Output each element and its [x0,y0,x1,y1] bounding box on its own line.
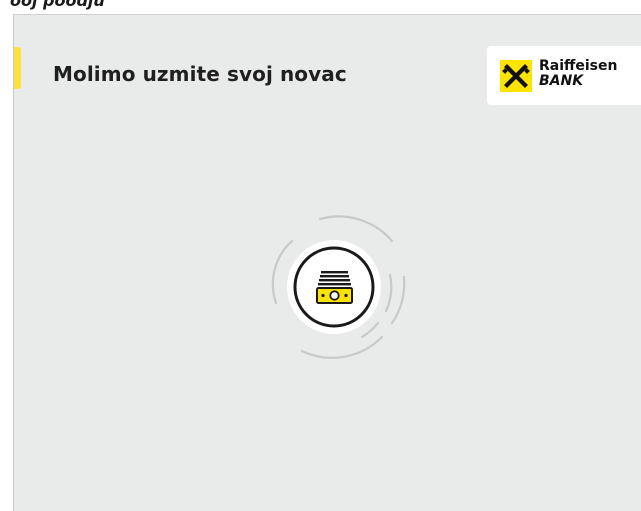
logo-subtitle: BANK [539,73,584,89]
atm-screen: Molimo uzmite svoj novac Raiffeisen BANK [13,14,641,511]
logo-name: Raiffeisen [539,58,618,74]
top-strip: ooj poodju [0,0,641,14]
title-accent-bar [14,47,21,89]
cash-stack-icon [316,271,353,304]
top-strip-text: ooj poodju [10,0,105,10]
page-title: Molimo uzmite svoj novac [53,62,347,86]
loading-arcs-icon [271,215,406,359]
raiffeisen-gable-cross-icon [500,60,532,92]
bank-logo: Raiffeisen BANK [487,46,641,105]
